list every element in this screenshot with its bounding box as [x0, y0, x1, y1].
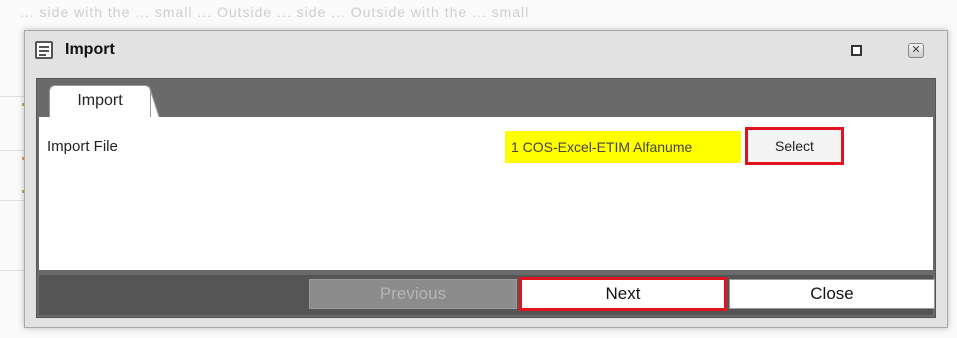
dialog-titlebar[interactable]: Import ✕	[25, 31, 947, 71]
select-button[interactable]: Select	[745, 127, 844, 165]
tab-import[interactable]: Import	[49, 85, 151, 118]
close-button[interactable]: Close	[729, 279, 935, 309]
next-button[interactable]: Next	[519, 277, 727, 311]
close-icon[interactable]: ✕	[908, 43, 924, 58]
form-icon	[35, 41, 53, 59]
import-file-label: Import File	[47, 138, 118, 155]
previous-button[interactable]: Previous	[309, 279, 517, 309]
dialog-title: Import	[65, 41, 115, 58]
background-faded-text: ... side with the ... small ... Outside …	[20, 4, 530, 20]
import-file-field[interactable]: 1 COS-Excel-ETIM Alfanume	[505, 131, 741, 163]
import-dialog: Import ✕ Import Import File 1 COS-Excel-…	[24, 30, 948, 328]
dialog-content: Import Import File 1 COS-Excel-ETIM Alfa…	[36, 78, 936, 318]
dialog-footer: Previous Next Close	[39, 275, 935, 315]
import-panel: Import File 1 COS-Excel-ETIM Alfanume Se…	[39, 117, 933, 270]
maximize-icon[interactable]	[851, 45, 862, 56]
